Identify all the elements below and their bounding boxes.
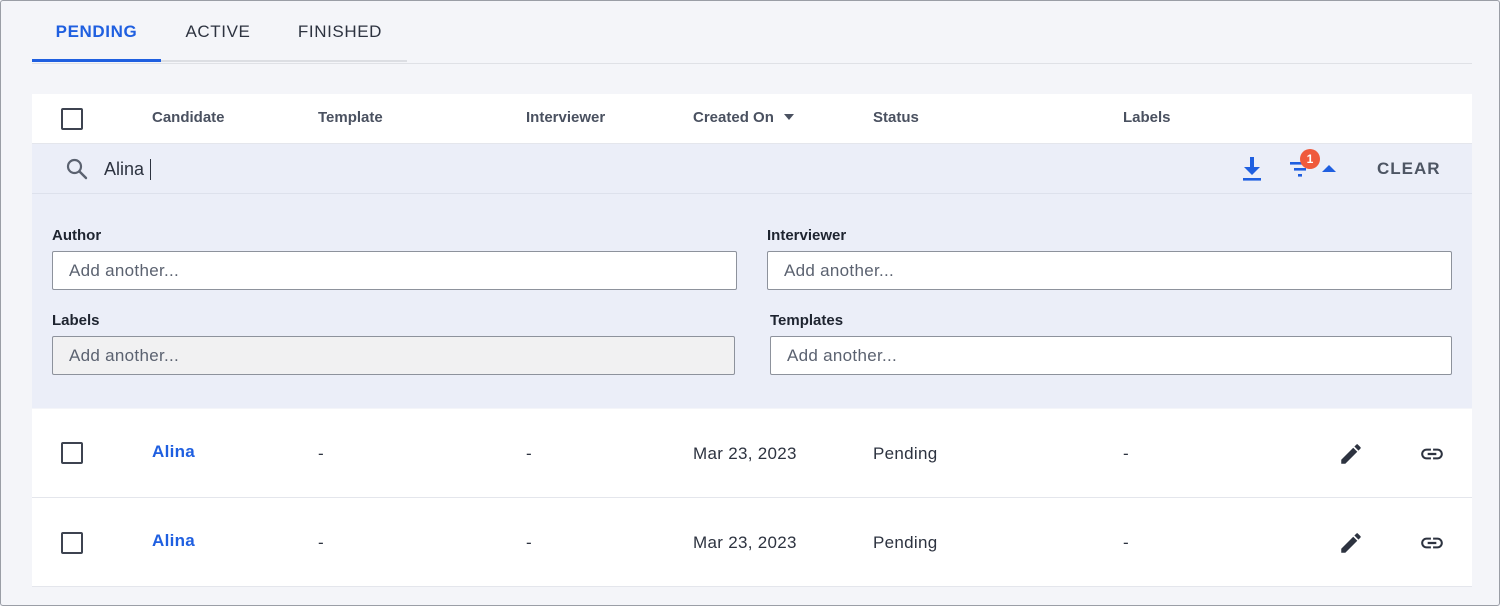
status-cell: Pending [873, 444, 938, 463]
templates-filter-label: Templates [770, 312, 844, 329]
labels-filter-input[interactable]: Add another... [52, 336, 735, 375]
column-header-status[interactable]: Status [873, 94, 919, 144]
tab-active[interactable]: ACTIVE [172, 1, 264, 63]
tab-pending[interactable]: PENDING [32, 1, 161, 63]
interviewer-filter-label: Interviewer [767, 227, 847, 244]
table-row: Alina - - Mar 23, 2023 Pending - [32, 498, 1472, 587]
interviewer-cell: - [526, 533, 532, 552]
filter-panel: Author Add another... Interviewer Add an… [32, 194, 1472, 408]
created-on-cell: Mar 23, 2023 [693, 533, 797, 552]
select-all-checkbox[interactable] [61, 108, 83, 130]
row-checkbox[interactable] [61, 532, 83, 554]
copy-link-icon[interactable] [1419, 530, 1445, 556]
clear-button[interactable]: CLEAR [1377, 144, 1441, 194]
candidate-name-link[interactable]: Alina [152, 409, 195, 498]
status-cell: Pending [873, 533, 938, 552]
filter-count-badge: 1 [1300, 149, 1320, 169]
author-filter-input[interactable]: Add another... [52, 251, 737, 290]
column-header-created-on-label: Created On [693, 109, 774, 126]
column-header-labels[interactable]: Labels [1123, 94, 1171, 144]
row-checkbox[interactable] [61, 442, 83, 464]
column-header-candidate[interactable]: Candidate [152, 94, 225, 144]
search-input[interactable] [104, 153, 604, 185]
table-row: Alina - - Mar 23, 2023 Pending - [32, 409, 1472, 498]
search-icon [66, 158, 88, 180]
edit-pencil-icon[interactable] [1338, 441, 1364, 467]
tab-finished[interactable]: FINISHED [286, 1, 394, 63]
tab-track [161, 60, 407, 62]
search-bar: 1 CLEAR [32, 144, 1472, 194]
table-header: Candidate Template Interviewer Created O… [32, 94, 1472, 144]
interviews-panel: PENDING ACTIVE FINISHED Candidate Templa… [0, 0, 1500, 606]
author-filter-label: Author [52, 227, 102, 244]
active-tab-indicator [32, 59, 161, 62]
template-cell: - [318, 533, 324, 552]
copy-link-icon[interactable] [1419, 441, 1445, 467]
created-on-cell: Mar 23, 2023 [693, 444, 797, 463]
templates-filter-input[interactable]: Add another... [770, 336, 1452, 375]
status-tabs: PENDING ACTIVE FINISHED [32, 1, 1472, 64]
template-cell: - [318, 444, 324, 463]
labels-cell: - [1123, 444, 1129, 463]
interviewer-filter-input[interactable]: Add another... [767, 251, 1452, 290]
collapse-filters-icon[interactable] [1322, 165, 1336, 172]
text-cursor [150, 159, 151, 180]
labels-cell: - [1123, 533, 1129, 552]
column-header-template[interactable]: Template [318, 94, 383, 144]
sort-descending-icon[interactable] [783, 114, 794, 120]
edit-pencil-icon[interactable] [1338, 530, 1364, 556]
column-header-created-on[interactable]: Created On [693, 94, 794, 144]
candidate-name-link[interactable]: Alina [152, 498, 195, 587]
interviewer-cell: - [526, 444, 532, 463]
column-header-interviewer[interactable]: Interviewer [526, 94, 605, 144]
download-icon[interactable] [1240, 156, 1264, 182]
labels-filter-label: Labels [52, 312, 100, 329]
